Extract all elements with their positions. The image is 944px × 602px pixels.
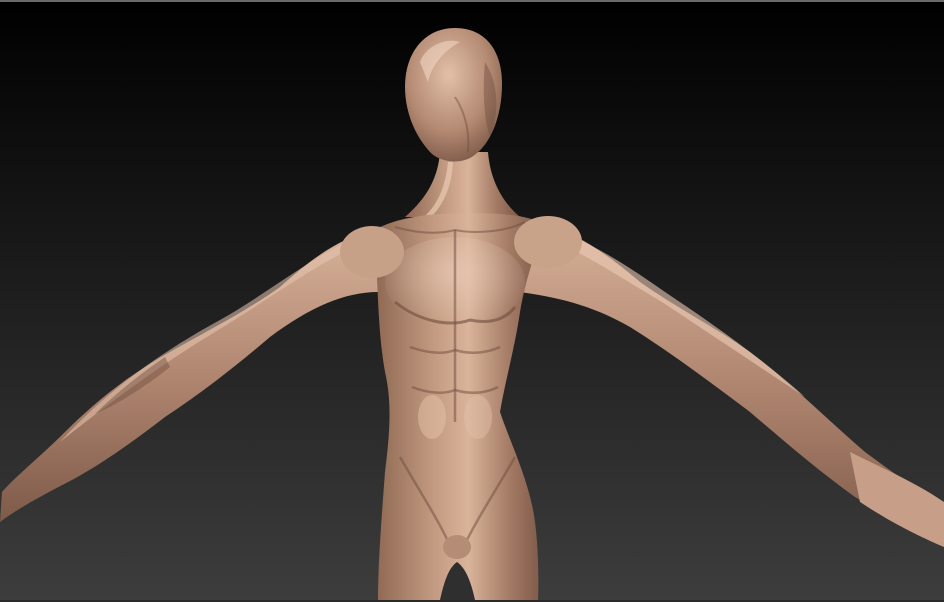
sculpt-canvas[interactable]	[0, 2, 944, 600]
abs-highlight-right	[464, 395, 492, 439]
groin-form	[443, 535, 471, 559]
abs-highlight-left	[418, 395, 446, 439]
right-shoulder-form	[514, 216, 582, 268]
left-shoulder-form	[340, 226, 404, 278]
zbrush-canvas-viewport[interactable]	[0, 0, 944, 602]
